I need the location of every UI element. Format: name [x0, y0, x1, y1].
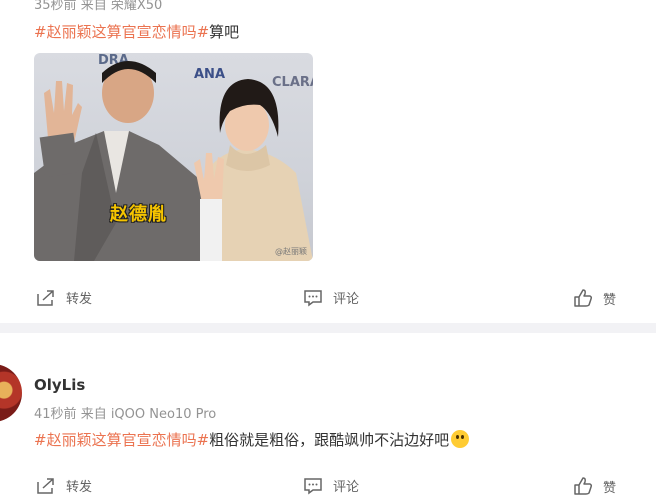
post2-content: #赵丽颖这算官宣恋情吗#粗俗就是粗俗，跟酷飒帅不沾边好吧	[34, 429, 470, 450]
post2-repost-label: 转发	[66, 480, 93, 495]
post2-source: 来自 iQOO Neo10 Pro	[80, 407, 217, 422]
post2-text: 粗俗就是粗俗，跟酷飒帅不沾边好吧	[209, 431, 450, 449]
post1-comment-label: 评论	[333, 292, 360, 307]
post1-repost-label: 转发	[66, 292, 93, 307]
post1-time: 35秒前	[34, 0, 77, 13]
post1-hashtag-link[interactable]: #赵丽颖这算官宣恋情吗#	[34, 23, 209, 41]
post1-like-button[interactable]: 赞	[573, 288, 616, 308]
post1-content: #赵丽颖这算官宣恋情吗#算吧	[34, 21, 239, 42]
comment-icon	[304, 289, 322, 306]
post2-comment-button[interactable]: 评论	[303, 476, 359, 495]
post2-meta: 41秒前 来自 iQOO Neo10 Pro	[34, 403, 216, 422]
post1-repost-button[interactable]: 转发	[36, 288, 92, 307]
post2-repost-button[interactable]: 转发	[36, 476, 92, 495]
post2-avatar[interactable]	[0, 364, 22, 422]
emoji-icon	[451, 430, 470, 448]
post1-text: 算吧	[209, 23, 240, 41]
post1-meta: 35秒前 来自 荣耀X50	[34, 0, 162, 13]
post1-photo[interactable]: DRA ANA CLARA 赵德胤 @赵丽颖	[34, 53, 313, 261]
thumbs-up-icon	[574, 477, 593, 495]
post2-like-button[interactable]: 赞	[573, 476, 616, 496]
photo-caption: 赵德胤	[110, 204, 167, 225]
photo-illustration	[34, 61, 313, 261]
post2-hashtag-link[interactable]: #赵丽颖这算官宣恋情吗#	[34, 431, 209, 449]
post1-comment-button[interactable]: 评论	[303, 288, 359, 307]
photo-watermark: @赵丽颖	[275, 247, 307, 256]
repost-icon	[37, 477, 54, 494]
post2-username[interactable]: OlyLis	[34, 376, 85, 394]
repost-icon	[37, 289, 54, 306]
post1-source: 来自 荣耀X50	[80, 0, 163, 13]
comment-icon	[304, 477, 322, 494]
post1-like-label: 赞	[603, 292, 617, 308]
thumbs-up-icon	[574, 289, 593, 307]
post2-time: 41秒前	[34, 407, 77, 422]
post-divider	[0, 323, 656, 333]
post2-comment-label: 评论	[333, 480, 360, 495]
post2-like-label: 赞	[603, 480, 617, 496]
